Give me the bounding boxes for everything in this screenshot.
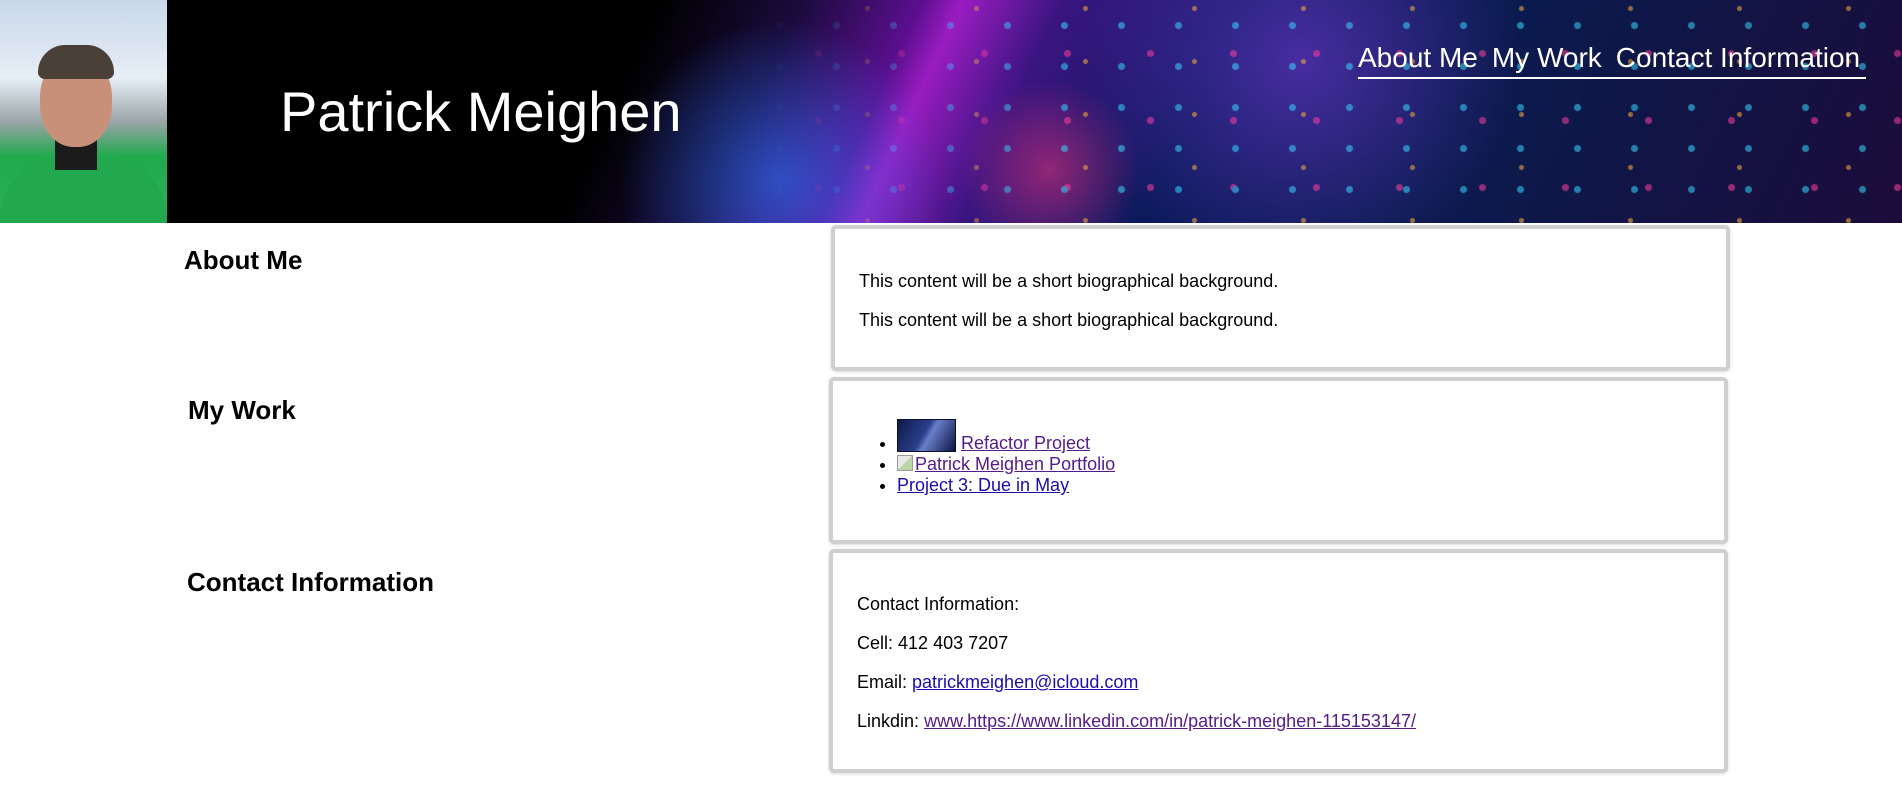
work-heading: My Work bbox=[188, 395, 296, 425]
nav-link-about[interactable]: About Me bbox=[1358, 40, 1478, 76]
broken-image-icon[interactable] bbox=[897, 455, 913, 471]
portfolio-link[interactable]: Patrick Meighen Portfolio bbox=[915, 454, 1115, 474]
profile-photo bbox=[0, 0, 167, 223]
main-nav: About Me My Work Contact Information bbox=[1358, 40, 1866, 79]
refactor-project-link[interactable]: Refactor Project bbox=[961, 433, 1090, 453]
about-heading: About Me bbox=[184, 245, 303, 275]
linkedin-label: Linkdin: bbox=[857, 711, 920, 731]
contact-card: Contact Information: Cell: 412 403 7207 … bbox=[829, 549, 1728, 773]
about-card: This content will be a short biographica… bbox=[831, 225, 1730, 371]
site-header: Patrick Meighen About Me My Work Contact… bbox=[0, 0, 1902, 223]
profile-photo-hair bbox=[38, 45, 114, 79]
about-paragraph-2: This content will be a short biographica… bbox=[859, 310, 1279, 330]
work-item-portfolio: Patrick Meighen Portfolio bbox=[897, 454, 1115, 475]
nav-link-work[interactable]: My Work bbox=[1492, 40, 1602, 76]
cell-label: Cell: bbox=[857, 633, 894, 653]
email-link[interactable]: patrickmeighen@icloud.com bbox=[912, 672, 1138, 692]
work-item-project3: Project 3: Due in May bbox=[897, 475, 1115, 496]
cell-value: 412 403 7207 bbox=[898, 633, 1009, 653]
contact-linkedin: Linkdin: www.https://www.linkedin.com/in… bbox=[857, 710, 1416, 732]
contact-heading: Contact Information bbox=[187, 567, 434, 597]
work-item-refactor: Refactor Project bbox=[897, 419, 1115, 454]
work-list: Refactor Project Patrick Meighen Portfol… bbox=[897, 419, 1115, 496]
project-thumbnail-icon[interactable] bbox=[897, 419, 956, 452]
work-card: Refactor Project Patrick Meighen Portfol… bbox=[829, 377, 1728, 544]
contact-email: Email: patrickmeighen@icloud.com bbox=[857, 671, 1138, 693]
email-label: Email: bbox=[857, 672, 908, 692]
nav-link-contact[interactable]: Contact Information bbox=[1616, 40, 1860, 76]
about-paragraph-1: This content will be a short biographica… bbox=[859, 271, 1279, 291]
contact-cell: Cell: 412 403 7207 bbox=[857, 632, 1008, 654]
site-title: Patrick Meighen bbox=[280, 80, 682, 143]
contact-intro: Contact Information: bbox=[857, 594, 1020, 614]
linkedin-link[interactable]: www.https://www.linkedin.com/in/patrick-… bbox=[924, 711, 1416, 731]
project-3-link[interactable]: Project 3: Due in May bbox=[897, 475, 1069, 495]
